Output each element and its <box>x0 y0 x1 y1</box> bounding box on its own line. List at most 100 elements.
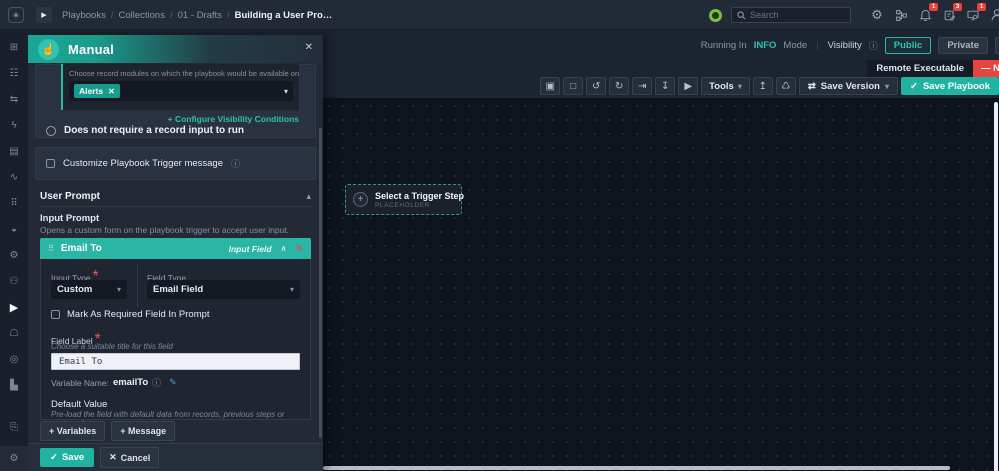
sidebar-item-tasks[interactable]: ⎘ <box>0 418 28 438</box>
sidebar-item-settings[interactable]: ⚙ <box>6 248 22 264</box>
chevron-up-icon: ∧ <box>280 244 287 253</box>
sidebar-item-reports[interactable]: ▙ <box>6 378 22 394</box>
visibility-private-button[interactable]: Private <box>938 37 988 54</box>
close-panel-button[interactable]: ✕ <box>305 42 313 53</box>
trigger-node-text: Select a Trigger Step PLACEHOLDER <box>375 191 464 209</box>
field-label-input[interactable] <box>51 353 300 370</box>
running-in-label: Running In <box>700 40 747 51</box>
panel-title: Manual <box>68 41 114 57</box>
breadcrumb-item[interactable]: Playbooks <box>62 10 106 21</box>
toolbar-align-vertical-button[interactable]: ↧ <box>655 77 676 95</box>
customize-message-card: Customize Playbook Trigger message ⓘ <box>35 147 316 180</box>
canvas-toolbar: ▣ □ ↺ ↻ ⇥ ↧ ▶ Tools ▾ ↥ ♺ ⇄ Save Version ▾ ✓ Sa… <box>540 77 999 95</box>
sidebar-item-incidents[interactable]: ▤ <box>6 144 22 160</box>
customize-message-checkbox[interactable] <box>46 159 55 168</box>
cancel-button[interactable]: ✕ Cancel <box>100 447 160 468</box>
redo-icon: ↻ <box>614 80 624 92</box>
toolbar-export-button[interactable]: ↥ <box>752 77 773 95</box>
clipped-edge-button[interactable] <box>995 37 999 54</box>
visibility-public-button[interactable]: Public <box>884 37 932 54</box>
collapse-field-button[interactable]: ∧ <box>281 244 287 253</box>
save-version-button[interactable]: ⇄ Save Version ▾ <box>798 77 898 95</box>
user-profile-button[interactable] <box>985 0 999 30</box>
sidebar-item-imports[interactable]: ◒ <box>6 222 22 238</box>
collapse-section-button[interactable]: ▴ <box>306 191 311 202</box>
record-modules-select[interactable]: Alerts ✕ ▾ <box>69 81 293 101</box>
toolbar-fit-view-button[interactable]: ▣ <box>540 77 561 95</box>
toolbar-delete-button[interactable]: ♺ <box>775 77 796 95</box>
approvals-button[interactable]: 1 <box>961 0 986 30</box>
mode-value[interactable]: INFO <box>754 40 777 51</box>
sidebar-item-automation[interactable]: ϟ <box>6 118 22 134</box>
mode-label: Mode <box>783 40 808 51</box>
visibility-info-icon[interactable]: ⓘ <box>869 39 878 52</box>
global-search[interactable]: Search <box>731 7 851 23</box>
vertical-scrollbar[interactable] <box>994 102 998 471</box>
required-field-checkbox[interactable] <box>51 310 60 319</box>
drag-handle-icon[interactable]: ⠿ <box>48 244 54 253</box>
caret-down-icon: ▾ <box>884 81 889 91</box>
left-sidebar: ⊞ ☷ ⇆ ϟ ▤ ∿ ⠿ ◒ ⚙ ⚇ ▶ ☖ ◎ ▙ ⎘ ⚙ <box>0 30 28 471</box>
sidebar-item-shield[interactable]: ☖ <box>6 326 22 342</box>
info-icon[interactable]: ⓘ <box>152 376 161 389</box>
sidebar-item-modules[interactable]: ⠿ <box>6 196 22 212</box>
default-value-label: Default Value <box>51 399 108 410</box>
input-type-select[interactable]: Custom ▾ <box>51 280 127 299</box>
toolbar-icons-right: ↥ ♺ <box>752 77 796 95</box>
system-status-icon[interactable] <box>709 8 722 22</box>
breadcrumb-item[interactable]: Collections <box>118 10 164 21</box>
record-input-card: Choose record modules on which the playb… <box>35 64 316 138</box>
field-config-card: Input Type * Custom ▾ Field Type Email Fi… <box>40 259 311 428</box>
edit-variable-button[interactable]: ✎ <box>169 377 177 388</box>
sidebar-item-playbooks[interactable]: ▶ <box>6 300 22 316</box>
add-message-button[interactable]: + Message <box>111 421 176 441</box>
toolbar-align-horizontal-button[interactable]: ⇥ <box>632 77 653 95</box>
pending-tasks-button[interactable]: 3 <box>937 0 962 30</box>
connectors-icon: ⇆ <box>9 94 19 105</box>
toolbar-icons-left: ▣ □ ↺ ↻ ⇥ ↧ ▶ <box>540 77 699 95</box>
run-playbook-header-button[interactable]: ▶ <box>36 7 52 23</box>
sidebar-item-dashboard[interactable]: ⊞ <box>6 40 22 56</box>
toolbar-run-playbook-button[interactable]: ▶ <box>678 77 699 95</box>
no-record-input-radio[interactable]: Does not require a record input to run <box>46 125 244 136</box>
dashboard-icon: ⊞ <box>9 42 19 53</box>
required-field-row[interactable]: Mark As Required Field In Prompt <box>51 309 210 320</box>
sidebar-item-analytics[interactable]: ∿ <box>6 170 22 186</box>
save-playbook-button[interactable]: ✓ Save Playbook <box>900 77 999 95</box>
remote-executable-toggle[interactable]: — No <box>973 60 999 77</box>
app-logo[interactable]: ✳ <box>8 7 24 23</box>
delete-field-button[interactable]: ✕ <box>295 243 303 254</box>
panel-scrollbar[interactable] <box>319 128 322 438</box>
field-header-bar[interactable]: ⠿ Email To Input Field ∧ ✕ <box>40 238 311 259</box>
settings-gear-button[interactable]: ⚙ <box>865 0 889 30</box>
sidebar-item-preferences[interactable]: ⚙ <box>0 446 28 471</box>
column-divider <box>137 265 138 307</box>
add-variables-button[interactable]: + Variables <box>40 421 106 441</box>
topbar-right: Search ⚙ 1 3 1 <box>709 0 999 30</box>
toolbar-notes-button[interactable]: □ <box>563 77 584 95</box>
user-prompt-header[interactable]: User Prompt ▴ <box>40 187 311 207</box>
canvas-status-row: Running In INFO Mode | Visibility ⓘ Publ… <box>701 37 999 54</box>
remove-chip-icon[interactable]: ✕ <box>108 87 115 96</box>
horizontal-scrollbar[interactable] <box>323 466 950 470</box>
field-type-select[interactable]: Email Field ▾ <box>147 280 300 299</box>
field-kind-badge: Input Field <box>228 243 272 254</box>
info-icon[interactable]: ⓘ <box>231 157 240 170</box>
imports-icon: ◒ <box>10 224 18 235</box>
breadcrumb-item[interactable]: 01 - Drafts <box>178 10 222 21</box>
input-prompt-title: Input Prompt <box>40 213 100 224</box>
sidebar-item-threat-intel[interactable]: ◎ <box>6 352 22 368</box>
sidebar-item-users[interactable]: ⚇ <box>6 274 22 290</box>
toolbar-undo-button[interactable]: ↺ <box>586 77 607 95</box>
notifications-button[interactable]: 1 <box>913 0 938 30</box>
divider: | <box>816 40 819 51</box>
tools-button[interactable]: Tools ▾ <box>701 77 750 95</box>
field-title: Email To <box>60 243 102 254</box>
save-button[interactable]: ✓ Save <box>40 448 95 467</box>
trigger-step-node[interactable]: + Select a Trigger Step PLACEHOLDER <box>345 184 464 215</box>
toolbar-redo-button[interactable]: ↻ <box>609 77 630 95</box>
sidebar-item-connectors[interactable]: ⇆ <box>6 92 22 108</box>
configure-visibility-link[interactable]: + Configure Visibility Conditions <box>168 114 299 124</box>
integrations-button[interactable] <box>889 0 913 30</box>
sidebar-item-queues[interactable]: ☷ <box>6 66 22 82</box>
